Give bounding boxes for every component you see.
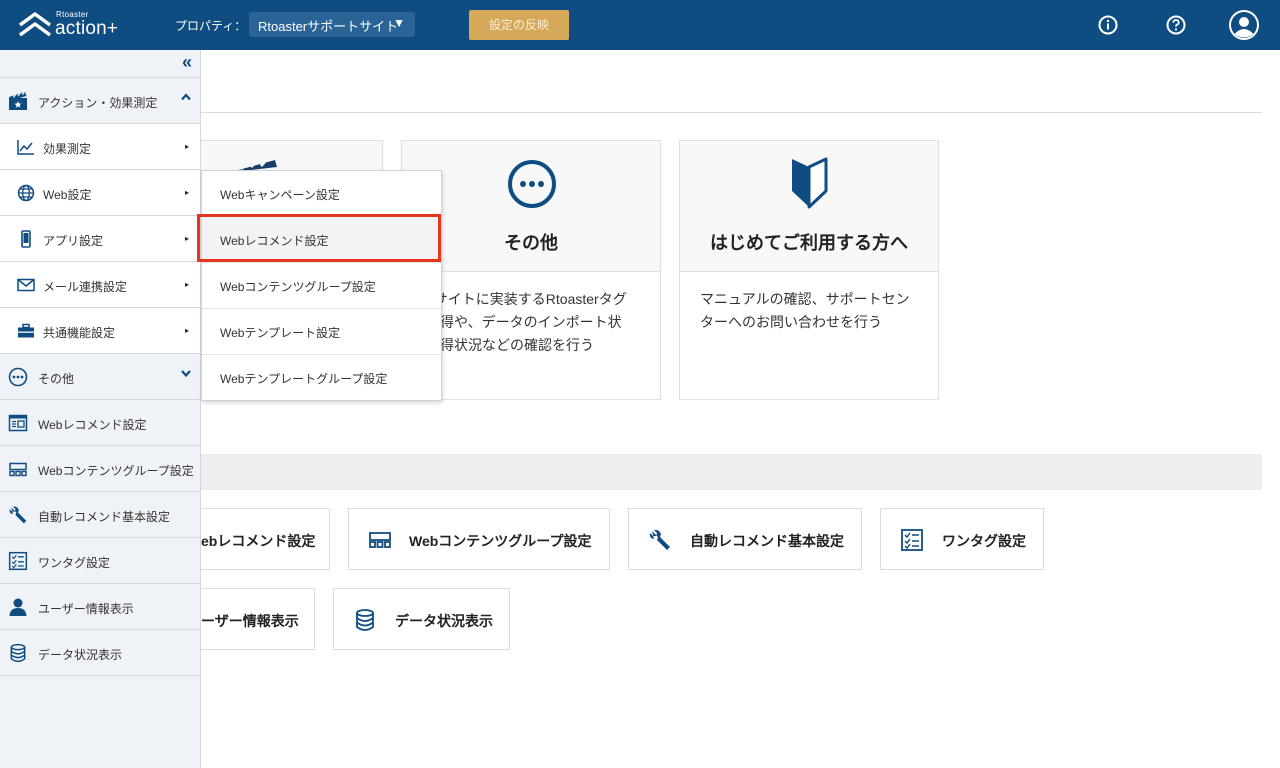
sidebar-item-effect-measurement[interactable]: 効果測定 ▸: [0, 124, 200, 170]
section-header-bar: [201, 454, 1262, 490]
chevron-down-icon: [181, 370, 191, 378]
web-settings-flyout-menu: Webキャンペーン設定 Webレコメンド設定 Webコンテンツグループ設定 We…: [201, 170, 442, 401]
beginner-mark-icon: [792, 157, 828, 209]
ellipsis-circle-icon: [508, 160, 556, 208]
sidebar: « アクション・効果測定 効果測定 ▸ Web設定 ▸ アプリ設定 ▸ メール連…: [0, 50, 201, 768]
sidebar-item-content-group[interactable]: Webコンテンツグループ設定: [0, 446, 200, 492]
chart-line-icon: [17, 140, 34, 155]
database-icon: [10, 643, 26, 663]
submenu-arrow-icon: ▸: [184, 234, 189, 243]
content-group-icon: [369, 532, 391, 548]
flyout-item-web-template-group[interactable]: Webテンプレートグループ設定: [202, 355, 441, 401]
sidebar-item-common-functions[interactable]: 共通機能設定 ▸: [0, 308, 200, 354]
card-beginner[interactable]: はじめてご利用する方へ マニュアルの確認、サポートセン ターへのお問い合わせを行…: [679, 140, 939, 400]
globe-icon: [17, 184, 35, 202]
sidebar-item-web-settings[interactable]: Web設定 ▸: [0, 170, 200, 216]
user-icon: [9, 598, 27, 616]
quick-link-web-recommend[interactable]: ebレコメンド設定: [200, 508, 330, 570]
chevron-up-icon: [181, 93, 191, 101]
card-description: マニュアルの確認、サポートセン ターへのお問い合わせを行う: [700, 291, 910, 330]
caret-down-icon: ▼: [393, 16, 405, 30]
flyout-item-web-campaign[interactable]: Webキャンペーン設定: [202, 171, 441, 217]
sidebar-item-user-info[interactable]: ユーザー情報表示: [0, 584, 200, 630]
quick-link-content-group[interactable]: Webコンテンツグループ設定: [348, 508, 610, 570]
submenu-arrow-icon: ▸: [184, 326, 189, 335]
database-icon: [356, 609, 374, 631]
submenu-arrow-icon: ▸: [184, 142, 189, 151]
brand-main-text: action+: [55, 18, 119, 39]
ellipsis-circle-icon: [8, 367, 28, 387]
quick-link-one-tag[interactable]: ワンタグ設定: [880, 508, 1044, 570]
sidebar-section-action[interactable]: アクション・効果測定: [0, 78, 200, 124]
property-select[interactable]: Rtoasterサポートサイト ▼: [249, 12, 415, 37]
toolbox-icon: [18, 323, 34, 338]
flyout-item-web-recommend[interactable]: Webレコメンド設定: [202, 217, 441, 263]
web-recommend-icon: [8, 414, 28, 432]
card-title: はじめてご利用する方へ: [710, 233, 908, 253]
title-divider: [201, 112, 1262, 113]
sidebar-item-app-settings[interactable]: アプリ設定 ▸: [0, 216, 200, 262]
card-description: bサイトに実装するRtoasterタグ 取得や、データのインポート状 取得状況な…: [426, 291, 627, 353]
logo-mark-icon: [18, 12, 52, 37]
app-logo[interactable]: Rtoaster action+: [18, 8, 128, 42]
flyout-item-web-content-group[interactable]: Webコンテンツグループ設定: [202, 263, 441, 309]
apply-settings-button[interactable]: 設定の反映: [469, 10, 569, 40]
sidebar-item-data-status[interactable]: データ状況表示: [0, 630, 200, 676]
submenu-arrow-icon: ▸: [184, 188, 189, 197]
wrench-icon: [9, 506, 27, 524]
sidebar-section-other[interactable]: その他: [0, 354, 200, 400]
submenu-arrow-icon: ▸: [184, 280, 189, 289]
quick-link-user-info[interactable]: ーザー情報表示: [200, 588, 315, 650]
top-header: Rtoaster action+ プロパティ： Rtoasterサポートサイト …: [0, 0, 1280, 50]
sidebar-item-web-recommend[interactable]: Webレコメンド設定: [0, 400, 200, 446]
quick-link-data-status[interactable]: データ状況表示: [333, 588, 510, 650]
checklist-icon: [901, 529, 923, 551]
sidebar-collapse-button[interactable]: «: [0, 50, 200, 78]
user-avatar-icon[interactable]: [1228, 9, 1260, 41]
sidebar-item-one-tag[interactable]: ワンタグ設定: [0, 538, 200, 584]
sidebar-item-mail-integration[interactable]: メール連携設定 ▸: [0, 262, 200, 308]
wrench-icon: [649, 529, 670, 550]
clapperboard-icon: [9, 91, 27, 110]
info-icon[interactable]: [1097, 14, 1119, 36]
property-value: Rtoasterサポートサイト: [258, 19, 399, 34]
checklist-icon: [8, 551, 28, 571]
property-label: プロパティ：: [175, 19, 247, 33]
quick-link-auto-recommend[interactable]: 自動レコメンド基本設定: [628, 508, 862, 570]
content-group-icon: [9, 462, 27, 477]
smartphone-icon: [21, 230, 31, 248]
envelope-icon: [17, 278, 35, 292]
help-icon[interactable]: [1165, 14, 1187, 36]
flyout-item-web-template[interactable]: Webテンプレート設定: [202, 309, 441, 355]
sidebar-item-auto-recommend[interactable]: 自動レコメンド基本設定: [0, 492, 200, 538]
double-chevron-left-icon: «: [181, 52, 192, 72]
